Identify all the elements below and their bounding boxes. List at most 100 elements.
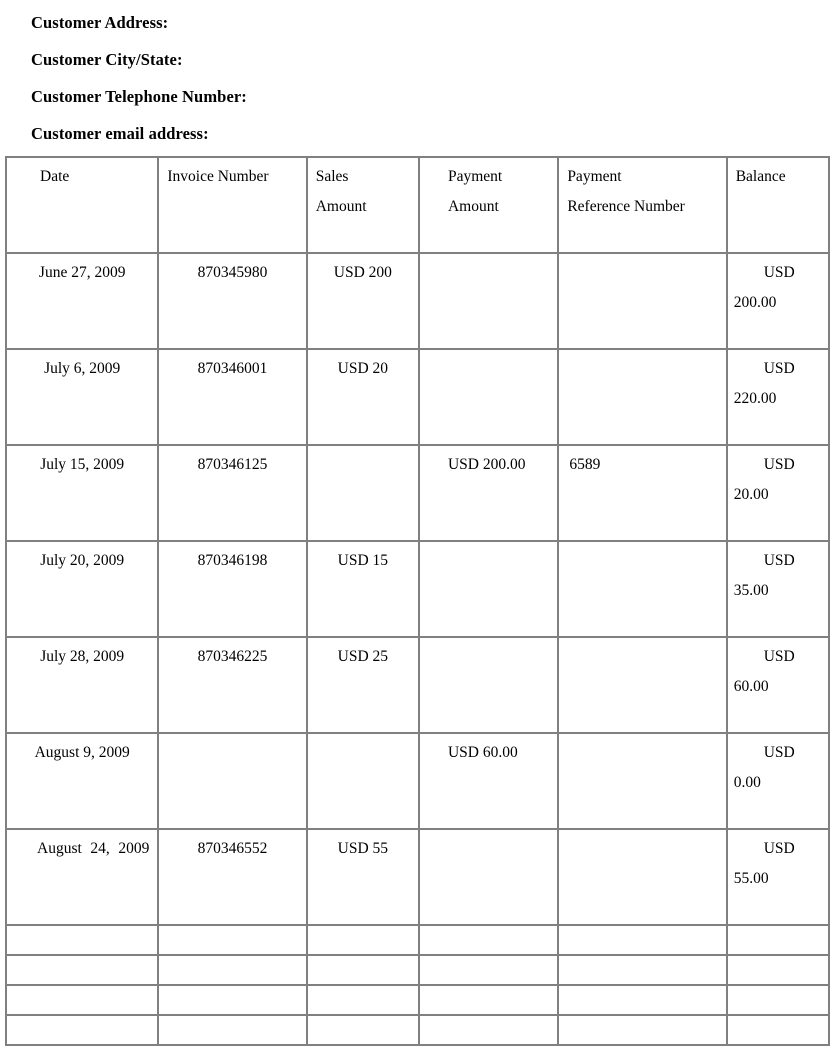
cell-invoice: 870346552 xyxy=(157,828,308,926)
cell-value xyxy=(8,1017,156,1020)
cell-sales xyxy=(305,444,420,542)
cell-value: USD 60.00 xyxy=(447,744,518,761)
cell-value xyxy=(560,957,724,960)
cell-balance-blank xyxy=(725,1014,831,1046)
cell-payment_amount xyxy=(417,348,560,446)
cell-date-blank xyxy=(4,1014,160,1046)
cell-sales: USD 55 xyxy=(305,828,420,926)
table-blank-row xyxy=(4,954,831,986)
cell-date: August 9, 2009 xyxy=(4,732,160,830)
cell-value: 870346001 xyxy=(197,360,268,377)
column-header-label-second-line: Amount xyxy=(447,198,499,215)
cell-value xyxy=(160,987,304,990)
table-blank-row xyxy=(4,984,831,1016)
cell-balance-blank xyxy=(725,924,831,956)
cell-balance: USD 35.00 xyxy=(725,540,831,638)
cell-payment_amount-blank xyxy=(417,924,560,956)
cell-value: USD 200.00 xyxy=(447,456,526,473)
cell-value xyxy=(8,927,156,930)
table-header-row: Date Invoice Number Sales Amount Payment Amou… xyxy=(4,156,831,254)
cell-value xyxy=(309,927,417,930)
cell-value: USD 60.00 xyxy=(733,648,795,695)
cell-value: USD 200 xyxy=(333,264,392,281)
cell-invoice-blank xyxy=(157,984,308,1016)
cell-date-blank xyxy=(4,924,160,956)
cell-value xyxy=(560,987,724,990)
heading-customer-telephone-number: Customer Telephone Number: xyxy=(31,87,247,107)
column-header-date: Date xyxy=(4,156,160,254)
cell-sales xyxy=(305,732,420,830)
cell-value: 870346198 xyxy=(197,552,268,569)
cell-value xyxy=(309,735,417,738)
column-header-label: Payment xyxy=(567,168,622,185)
cell-date: July 15, 2009 xyxy=(4,444,160,542)
cell-date-blank xyxy=(4,984,160,1016)
cell-value: USD 25 xyxy=(337,648,389,665)
cell-invoice xyxy=(157,732,308,830)
cell-value xyxy=(421,831,556,834)
table-row: August 9, 2009 USD 60.00 USD 0.00 xyxy=(4,732,831,830)
cell-value xyxy=(560,1017,724,1020)
cell-value: August 24, 2009 xyxy=(37,840,150,857)
table-row: July 28, 2009 870346225 USD 25 USD 60.00 xyxy=(4,636,831,734)
cell-value: 870346125 xyxy=(197,456,268,473)
cell-sales-blank xyxy=(305,924,420,956)
cell-balance: USD 200.00 xyxy=(725,252,831,350)
cell-value: 6589 xyxy=(569,456,601,473)
column-header-payment_amount: Payment Amount xyxy=(417,156,560,254)
cell-value xyxy=(421,543,556,546)
column-header-payment_reference: Payment Reference Number xyxy=(557,156,728,254)
customer-details-block: Customer Address: Customer City/State: C… xyxy=(0,0,838,153)
cell-payment_amount-blank xyxy=(417,1014,560,1046)
cell-date: July 6, 2009 xyxy=(4,348,160,446)
column-header-label-second-line: Reference Number xyxy=(567,198,685,215)
column-header-label: Invoice Number xyxy=(167,168,269,185)
cell-payment_amount: USD 60.00 xyxy=(417,732,560,830)
heading-customer-email-address: Customer email address: xyxy=(31,124,209,144)
column-header-label-second-line: Amount xyxy=(315,198,367,215)
cell-value xyxy=(421,927,556,930)
document-page: Customer Address: Customer City/State: C… xyxy=(0,0,838,1046)
cell-value: USD 220.00 xyxy=(733,360,795,407)
table-row: August 24, 2009 870346552 USD 55 USD 55.00 xyxy=(4,828,831,926)
cell-balance-blank xyxy=(725,984,831,1016)
cell-value xyxy=(560,255,724,258)
cell-value xyxy=(729,957,827,960)
cell-value xyxy=(560,543,724,546)
cell-invoice: 870346225 xyxy=(157,636,308,734)
table-blank-row xyxy=(4,924,831,956)
cell-value xyxy=(309,987,417,990)
cell-date: July 20, 2009 xyxy=(4,540,160,638)
cell-value xyxy=(729,927,827,930)
cell-payment_reference xyxy=(557,252,728,350)
cell-value xyxy=(421,987,556,990)
cell-value: USD 20 xyxy=(337,360,389,377)
ledger-table-wrapper: Date Invoice Number Sales Amount Payment Amou… xyxy=(4,156,831,1046)
cell-sales-blank xyxy=(305,984,420,1016)
column-header-label: Sales xyxy=(315,168,349,185)
cell-value xyxy=(309,1017,417,1020)
column-header-label: Date xyxy=(40,168,70,185)
cell-value xyxy=(8,987,156,990)
cell-value xyxy=(560,831,724,834)
cell-value xyxy=(560,639,724,642)
cell-value: 870345980 xyxy=(197,264,268,281)
cell-date: August 24, 2009 xyxy=(4,828,160,926)
table-row: July 6, 2009 870346001 USD 20 USD 220.00 xyxy=(4,348,831,446)
cell-payment_reference: 6589 xyxy=(557,444,728,542)
cell-value xyxy=(160,1017,304,1020)
cell-value xyxy=(421,957,556,960)
cell-value xyxy=(160,927,304,930)
cell-sales: USD 200 xyxy=(305,252,420,350)
cell-balance: USD 20.00 xyxy=(725,444,831,542)
cell-date: July 28, 2009 xyxy=(4,636,160,734)
cell-payment_reference xyxy=(557,732,728,830)
cell-value: USD 35.00 xyxy=(733,552,795,599)
cell-value: July 28, 2009 xyxy=(40,648,125,665)
cell-value: July 15, 2009 xyxy=(40,456,125,473)
cell-value xyxy=(421,351,556,354)
table-blank-row xyxy=(4,1014,831,1046)
cell-balance: USD 60.00 xyxy=(725,636,831,734)
cell-payment_reference-blank xyxy=(557,984,728,1016)
cell-value: 870346552 xyxy=(197,840,268,857)
